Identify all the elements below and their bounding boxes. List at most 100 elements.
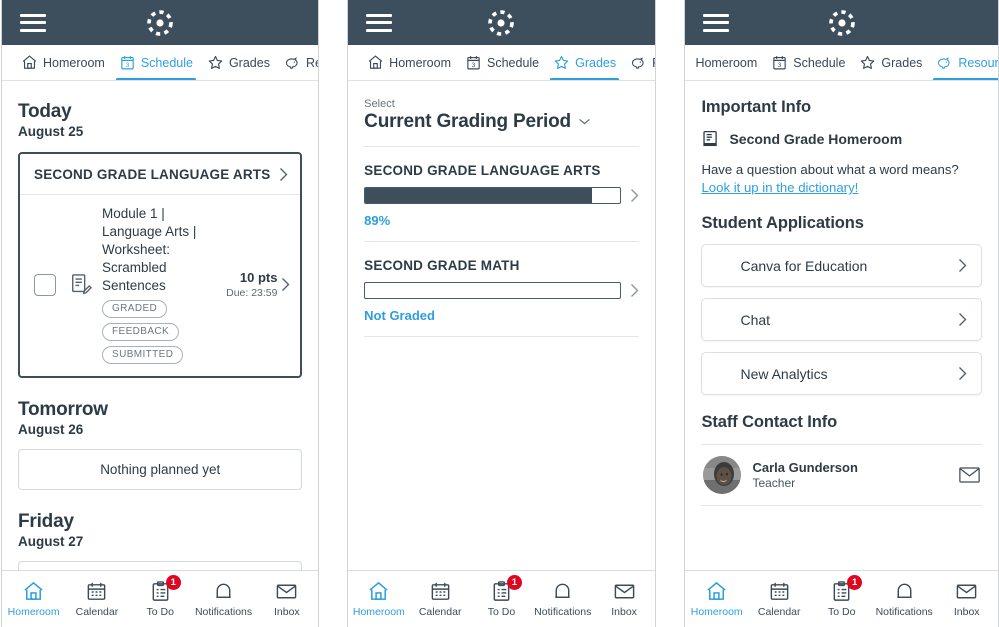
book-icon bbox=[701, 129, 720, 148]
tab-strip[interactable]: Homeroom 3 Schedule Grades R bbox=[2, 45, 319, 81]
app-label: Chat bbox=[740, 311, 771, 328]
nav-homeroom[interactable]: Homeroom bbox=[348, 580, 409, 618]
grades-list: Select Current Grading Period SECOND GRA… bbox=[348, 81, 655, 570]
assignment-status-pills: GRADED FEEDBACK SUBMITTED bbox=[102, 298, 184, 364]
homeroom-course-row: Second Grade Homeroom bbox=[701, 129, 982, 148]
bell-icon bbox=[212, 580, 235, 603]
tab-strip[interactable]: Homeroom 3 Schedule Grades bbox=[685, 45, 998, 81]
nav-inbox[interactable]: Inbox bbox=[593, 580, 654, 618]
assignment-checkbox[interactable] bbox=[34, 273, 56, 296]
star-icon bbox=[553, 54, 570, 71]
calendar-icon bbox=[768, 580, 791, 603]
nav-calendar[interactable]: Calendar bbox=[65, 580, 128, 618]
home-icon bbox=[22, 580, 45, 603]
nav-homeroom[interactable]: Homeroom bbox=[2, 580, 65, 618]
grade-progress bbox=[364, 187, 639, 204]
tab-resources[interactable]: Resources bbox=[929, 45, 998, 80]
assignment-course-header[interactable]: SECOND GRADE LANGUAGE ARTS bbox=[20, 154, 301, 195]
tab-schedule[interactable]: 3 Schedule bbox=[458, 45, 546, 80]
status-badge: 1 bbox=[165, 575, 181, 590]
nav-label: Inbox bbox=[273, 606, 300, 618]
nav-notifications[interactable]: Notifications bbox=[873, 580, 936, 618]
tab-label: Schedule bbox=[793, 55, 846, 70]
course-title: Second Grade Homeroom bbox=[729, 130, 903, 147]
envelope-icon[interactable] bbox=[959, 467, 980, 483]
chevron-right-icon bbox=[281, 277, 290, 292]
staff-contact-row[interactable]: Carla Gunderson Teacher bbox=[701, 444, 982, 506]
hamburger-menu-icon[interactable] bbox=[366, 13, 393, 32]
app-item-new-analytics[interactable]: New Analytics bbox=[701, 352, 982, 395]
chevron-right-icon[interactable] bbox=[630, 188, 639, 203]
day-heading: Tomorrow bbox=[18, 399, 108, 420]
hamburger-menu-icon[interactable] bbox=[703, 13, 730, 32]
grade-row[interactable]: SECOND GRADE MATH Not Graded bbox=[364, 242, 639, 337]
tab-label: Schedule bbox=[487, 55, 540, 70]
nav-calendar[interactable]: Calendar bbox=[748, 580, 811, 618]
assignment-row[interactable]: Module 1 | Language Arts | Worksheet: Sc… bbox=[20, 195, 300, 376]
resources-content: Important Info Second Grade Homeroom Hav… bbox=[685, 81, 998, 570]
app-bar bbox=[2, 0, 319, 45]
assignment-card[interactable]: SECOND GRADE LANGUAGE ARTS Module 1 | La… bbox=[18, 152, 303, 378]
nav-inbox[interactable]: Inbox bbox=[255, 580, 318, 618]
assignment-document-icon bbox=[70, 273, 93, 297]
chevron-right-icon[interactable] bbox=[630, 283, 639, 298]
tab-grades[interactable]: Grades bbox=[200, 45, 277, 80]
day-date: August 26 bbox=[18, 422, 84, 437]
progress-bar bbox=[364, 282, 621, 299]
tab-homeroom[interactable]: Homeroom bbox=[14, 45, 112, 80]
tab-schedule[interactable]: 3 Schedule bbox=[764, 45, 852, 80]
hamburger-menu-icon[interactable] bbox=[20, 13, 46, 32]
three-phone-screenshots: Homeroom 3 Schedule Grades R Today Augus… bbox=[0, 0, 999, 627]
tab-schedule[interactable]: 3 Schedule bbox=[112, 45, 200, 80]
tab-homeroom[interactable]: Homeroom bbox=[685, 45, 764, 80]
grade-progress bbox=[364, 282, 639, 299]
app-label: New Analytics bbox=[740, 365, 828, 382]
bottom-navigation[interactable]: Homeroom Calendar 1 To Do Notifications … bbox=[348, 570, 655, 627]
tab-grades[interactable]: Grades bbox=[852, 45, 929, 80]
tab-resources[interactable]: Reso bbox=[277, 45, 319, 80]
nav-label: Inbox bbox=[953, 606, 980, 618]
assignment-points: 10 pts Due: 23:59 bbox=[220, 270, 281, 299]
nav-notifications[interactable]: Notifications bbox=[192, 580, 255, 618]
tab-label: Homeroom bbox=[389, 55, 451, 70]
tab-label: Reso bbox=[305, 55, 319, 70]
grading-period-select[interactable]: Current Grading Period bbox=[364, 111, 639, 133]
tab-label: Grades bbox=[228, 55, 270, 70]
nav-inbox[interactable]: Inbox bbox=[935, 580, 998, 618]
piggy-bank-icon bbox=[630, 54, 647, 71]
nav-todo[interactable]: 1 To Do bbox=[129, 575, 192, 618]
tab-homeroom[interactable]: Homeroom bbox=[360, 45, 458, 80]
tab-grades[interactable]: Grades bbox=[546, 45, 623, 80]
bottom-navigation[interactable]: Homeroom Calendar 1 To Do Notifications … bbox=[685, 570, 998, 627]
note-text: Have a question about what a word means? bbox=[701, 162, 959, 177]
nav-label: Homeroom bbox=[7, 606, 60, 618]
grade-value: 89% bbox=[364, 213, 391, 228]
nav-label: To Do bbox=[487, 606, 516, 618]
bottom-navigation[interactable]: Homeroom Calendar 1 To Do Notifications … bbox=[2, 570, 319, 627]
staff-name: Carla Gunderson bbox=[752, 460, 858, 475]
status-badge: GRADED bbox=[102, 300, 168, 318]
tab-resources[interactable]: Reso bbox=[623, 45, 655, 80]
tab-strip[interactable]: Homeroom 3 Schedule Grades bbox=[348, 45, 655, 81]
dictionary-link[interactable]: Look it up in the dictionary! bbox=[701, 180, 858, 195]
course-title: SECOND GRADE MATH bbox=[364, 258, 520, 273]
panel-gap bbox=[655, 0, 685, 627]
nav-calendar[interactable]: Calendar bbox=[409, 580, 470, 618]
app-bar bbox=[685, 0, 998, 45]
nav-homeroom[interactable]: Homeroom bbox=[685, 580, 748, 618]
panel-gap bbox=[319, 0, 348, 627]
app-bar bbox=[348, 0, 655, 45]
nav-notifications[interactable]: Notifications bbox=[532, 580, 593, 618]
day-date: August 27 bbox=[18, 534, 84, 549]
nav-todo[interactable]: 1 To Do bbox=[810, 575, 873, 618]
staff-details: Carla Gunderson Teacher bbox=[752, 460, 948, 490]
grade-row[interactable]: SECOND GRADE LANGUAGE ARTS 89% bbox=[364, 147, 639, 242]
app-item-chat[interactable]: Chat bbox=[701, 298, 982, 341]
points-value: 10 pts bbox=[239, 270, 278, 285]
nav-label: Homeroom bbox=[690, 606, 743, 618]
panel-schedule: Homeroom 3 Schedule Grades R Today Augus… bbox=[1, 0, 320, 627]
nav-todo[interactable]: 1 To Do bbox=[471, 575, 532, 618]
tab-label: Homeroom bbox=[43, 55, 105, 70]
app-item-canva[interactable]: Canva for Education bbox=[701, 244, 982, 287]
tab-label: Reso bbox=[652, 56, 655, 70]
